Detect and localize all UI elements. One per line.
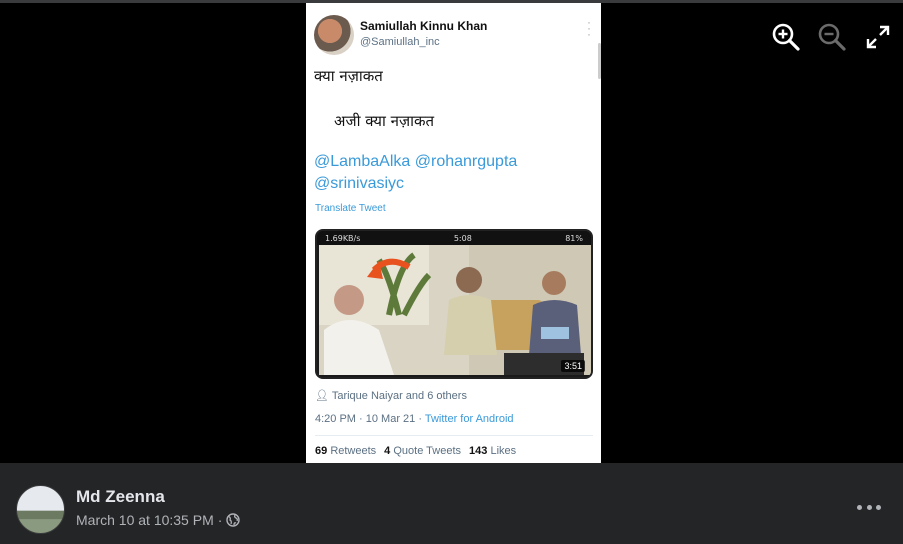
post-meta: March 10 at 10:35 PM · (76, 512, 241, 528)
post-date[interactable]: March 10 at 10:35 PM (76, 512, 214, 528)
status-time: 5:08 (453, 233, 472, 243)
quote-tweets-stat: 4 Quote Tweets (384, 445, 462, 457)
tweet-author-handle: @Samiullah_inc (360, 36, 440, 48)
mention-rohanrgupta: @rohanrgupta (414, 153, 518, 170)
tweet-screenshot: Samiullah Kinnu Khan @Samiullah_inc · · · … (306, 3, 601, 463)
tweet-timestamp: 4:20 PM · 10 Mar 21 · Twitter for Androi… (315, 413, 514, 425)
tweet-divider (315, 435, 593, 436)
magnifier-plus-icon (772, 23, 800, 51)
ellipsis-icon (857, 504, 862, 510)
person-icon: 👤︎ (315, 390, 332, 402)
tweet-retweeted-by: 👤︎ Tarique Naiyar and 6 others (315, 390, 467, 402)
tweet-author-name: Samiullah Kinnu Khan (360, 19, 488, 33)
twitter-client-link: Twitter for Android (424, 413, 514, 425)
status-network: 1.69KB/s (325, 233, 361, 243)
expand-arrows-icon (866, 25, 890, 49)
video-duration: 3:51 (561, 360, 585, 372)
tweet-stats: 69 Retweets 4 Quote Tweets 143 Likes (315, 445, 516, 457)
tweet-text-line-1: क्या नज़ाकत (314, 67, 383, 85)
tweet-text-line-2: अजी क्या नज़ाकत (334, 112, 435, 130)
viewer-controls (769, 20, 895, 54)
tweet-avatar (314, 15, 354, 55)
phone-status-bar: 1.69KB/s 5:08 81% (317, 231, 591, 245)
mention-srinivasiyc: @srinivasiyc (314, 175, 405, 192)
scrollbar (598, 43, 601, 79)
tweet-mentions: @LambaAlka @rohanrgupta @srinivasiyc (314, 151, 594, 195)
tweet-more-icon: · · · (587, 15, 591, 41)
photo-viewer: Samiullah Kinnu Khan @Samiullah_inc · · · … (0, 0, 903, 463)
zoom-out-button[interactable] (815, 20, 849, 54)
avatar[interactable] (16, 485, 65, 534)
magnifier-minus-icon (818, 23, 846, 51)
post-author-name[interactable]: Md Zeenna (76, 487, 165, 507)
video-frame (319, 245, 591, 375)
more-options-button[interactable] (857, 497, 881, 517)
likes-stat: 143 Likes (469, 445, 517, 457)
retweets-stat: 69 Retweets (315, 445, 377, 457)
meta-separator: · (217, 512, 223, 528)
globe-icon[interactable] (226, 513, 241, 527)
zoom-in-button[interactable] (769, 20, 803, 54)
translate-tweet-link: Translate Tweet (315, 203, 386, 214)
status-battery: 81% (565, 233, 583, 243)
mention-lambaalka: @LambaAlka (314, 153, 411, 170)
fullscreen-button[interactable] (861, 20, 895, 54)
tweet-header: Samiullah Kinnu Khan @Samiullah_inc (314, 15, 487, 55)
tweet-video: 1.69KB/s 5:08 81% 3:51 (315, 229, 593, 379)
